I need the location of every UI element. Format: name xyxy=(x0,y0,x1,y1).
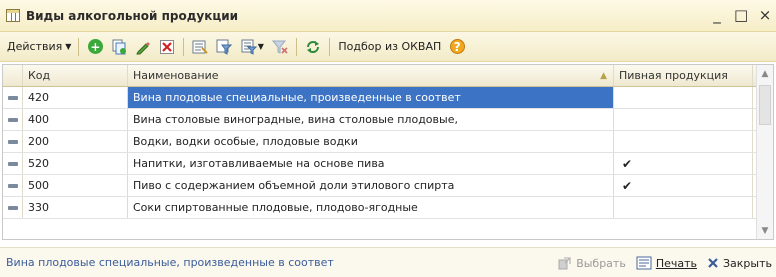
list-settings-button[interactable] xyxy=(189,36,211,58)
cell-code[interactable]: 200 xyxy=(23,131,128,152)
cell-name[interactable]: Пиво с содержанием объемной доли этилово… xyxy=(128,175,614,196)
scroll-thumb[interactable] xyxy=(759,85,771,125)
cell-beer[interactable] xyxy=(614,197,753,218)
row-marker xyxy=(3,109,23,130)
catalog-icon xyxy=(6,9,20,22)
close-window-button[interactable]: × xyxy=(758,6,772,24)
row-marker xyxy=(3,197,23,218)
footer-buttons: Выбрать Печать Закрыть xyxy=(558,248,772,277)
row-marker xyxy=(3,87,23,108)
record-icon xyxy=(7,183,18,188)
table-row[interactable]: 520 Напитки, изготавливаемые на основе п… xyxy=(3,153,756,175)
minimize-button[interactable]: _ xyxy=(710,6,724,24)
chevron-down-icon: ▼ xyxy=(65,42,72,51)
record-icon xyxy=(7,117,18,122)
cell-code[interactable]: 420 xyxy=(23,87,128,108)
maximize-button[interactable]: □ xyxy=(734,6,748,24)
toolbar-separator xyxy=(296,37,298,56)
actions-label: Действия xyxy=(7,40,63,53)
window-controls: _ □ × xyxy=(710,6,772,24)
plus-icon: + xyxy=(87,39,103,54)
cell-beer[interactable] xyxy=(614,109,753,130)
cell-code[interactable]: 520 xyxy=(23,153,128,174)
filter-by-value-button[interactable]: ▼ xyxy=(237,36,267,58)
cell-beer[interactable] xyxy=(614,87,753,108)
okvap-select-button[interactable]: Подбор из ОКВАП xyxy=(334,40,445,53)
delete-icon xyxy=(160,39,175,54)
window-titlebar: Виды алкогольной продукции _ □ × xyxy=(0,0,776,32)
record-icon xyxy=(7,95,18,100)
record-icon xyxy=(7,139,18,144)
table-row[interactable]: 330 Соки спиртованные плодовые, плодово-… xyxy=(3,197,756,219)
toolbar-separator xyxy=(183,37,185,56)
print-button[interactable]: Печать xyxy=(636,256,697,270)
actions-menu[interactable]: Действия ▼ xyxy=(4,40,74,53)
row-marker xyxy=(3,131,23,152)
list-settings-icon xyxy=(192,40,209,54)
toolbar-separator xyxy=(329,37,331,56)
refresh-icon xyxy=(307,40,320,53)
cell-name[interactable]: Вина плодовые специальные, произведенные… xyxy=(128,87,614,108)
filter-button[interactable] xyxy=(213,36,235,58)
scroll-up-button[interactable]: ▲ xyxy=(757,65,773,82)
row-marker xyxy=(3,153,23,174)
row-marker xyxy=(3,175,23,196)
filter-list-icon xyxy=(241,39,257,55)
copy-icon xyxy=(112,39,127,54)
cell-name[interactable]: Напитки, изготавливаемые на основе пива xyxy=(128,153,614,174)
print-label: Печать xyxy=(655,256,697,270)
record-icon xyxy=(7,205,18,210)
print-icon xyxy=(636,256,652,270)
table-row[interactable]: 200 Водки, водки особые, плодовые водки xyxy=(3,131,756,153)
vertical-scrollbar[interactable]: ▲ ▼ xyxy=(756,65,773,239)
select-button[interactable]: Выбрать xyxy=(558,256,626,270)
header-marker-cell xyxy=(3,65,23,86)
close-form-button[interactable]: Закрыть xyxy=(707,257,772,270)
cell-code[interactable]: 400 xyxy=(23,109,128,130)
add-button[interactable]: + xyxy=(84,36,106,58)
chevron-down-icon: ▼ xyxy=(257,42,264,51)
table-row[interactable]: 400 Вина столовые виноградные, вина стол… xyxy=(3,109,756,131)
current-row-status: Вина плодовые специальные, произведенные… xyxy=(6,256,334,269)
pencil-icon xyxy=(136,41,151,54)
window-title: Виды алкогольной продукции xyxy=(26,8,239,23)
cell-beer[interactable]: ✔ xyxy=(614,175,753,196)
help-icon: ? xyxy=(449,39,465,54)
footer-bar: Вина плодовые специальные, произведенные… xyxy=(0,247,776,277)
edit-button[interactable] xyxy=(132,36,154,58)
cell-name[interactable]: Соки спиртованные плодовые, плодово-ягод… xyxy=(128,197,614,218)
cell-beer[interactable] xyxy=(614,131,753,152)
delete-button[interactable] xyxy=(156,36,178,58)
close-label: Закрыть xyxy=(723,256,772,270)
table-row[interactable]: 500 Пиво с содержанием объемной доли эти… xyxy=(3,175,756,197)
filter-icon xyxy=(216,39,233,55)
column-header-beer[interactable]: Пивная продукция xyxy=(614,65,753,86)
close-icon xyxy=(708,258,718,268)
copy-button[interactable] xyxy=(108,36,130,58)
toolbar: Действия ▼ + ▼ Подбор из ОКВАП ? xyxy=(0,32,776,62)
table-row[interactable]: 420 Вина плодовые специальные, произведе… xyxy=(3,87,756,109)
column-header-name[interactable]: Наименование ▲ xyxy=(128,65,614,86)
select-icon xyxy=(558,257,571,270)
clear-filter-button[interactable] xyxy=(269,36,291,58)
cell-beer[interactable]: ✔ xyxy=(614,153,753,174)
table-header: Код Наименование ▲ Пивная продукция xyxy=(3,65,773,87)
record-icon xyxy=(7,161,18,166)
alcohol-types-table[interactable]: Код Наименование ▲ Пивная продукция 420 … xyxy=(2,64,774,240)
cell-code[interactable]: 500 xyxy=(23,175,128,196)
sort-ascending-icon: ▲ xyxy=(600,70,607,81)
cell-code[interactable]: 330 xyxy=(23,197,128,218)
clear-filter-icon xyxy=(272,40,288,54)
scroll-down-button[interactable]: ▼ xyxy=(757,222,773,239)
cell-name[interactable]: Водки, водки особые, плодовые водки xyxy=(128,131,614,152)
column-header-code[interactable]: Код xyxy=(23,65,128,86)
cell-name[interactable]: Вина столовые виноградные, вина столовые… xyxy=(128,109,614,130)
help-button[interactable]: ? xyxy=(446,36,468,58)
refresh-button[interactable] xyxy=(302,36,324,58)
toolbar-separator xyxy=(78,37,80,56)
select-label: Выбрать xyxy=(576,256,626,270)
column-header-name-label: Наименование xyxy=(133,69,219,82)
